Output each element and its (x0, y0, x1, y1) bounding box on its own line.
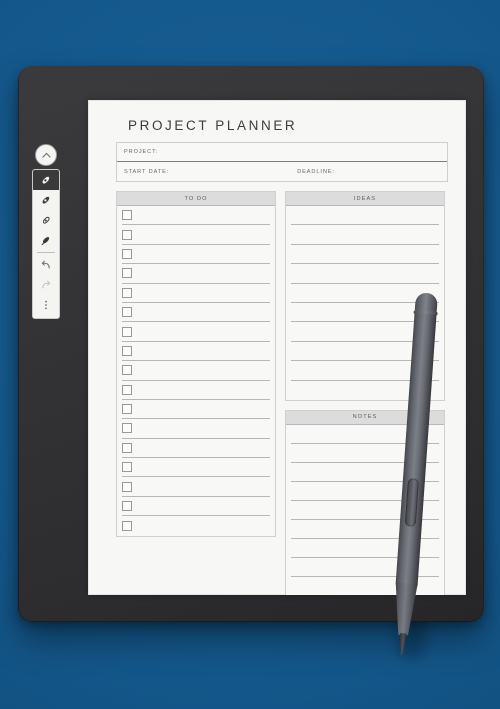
todo-checkbox[interactable] (122, 326, 132, 337)
todo-row[interactable] (122, 245, 270, 265)
redo-button[interactable] (33, 275, 59, 295)
project-meta-box: PROJECT: START DATE: DEADLINE: (116, 142, 448, 182)
todo-heading: TO DO (184, 195, 208, 202)
deadline-label: DEADLINE: (297, 168, 335, 175)
todo-row[interactable] (122, 303, 270, 323)
toolbar-collapse-button[interactable] (35, 144, 57, 166)
todo-row[interactable] (122, 400, 270, 420)
pencil-tool-button[interactable] (33, 210, 59, 230)
ideas-line[interactable] (291, 245, 439, 265)
todo-checkbox[interactable] (122, 442, 132, 453)
pen-icon (42, 176, 50, 184)
notes-heading: NOTES (352, 414, 378, 421)
todo-row[interactable] (122, 419, 270, 439)
todo-row[interactable] (122, 439, 270, 459)
todo-checkbox[interactable] (122, 287, 132, 298)
page-title: PROJECT PLANNER (128, 118, 298, 133)
toolbar-divider (37, 252, 55, 253)
todo-checkbox[interactable] (122, 404, 132, 415)
marker-icon (42, 196, 50, 204)
todo-checkbox[interactable] (122, 345, 132, 356)
todo-list[interactable] (117, 206, 275, 536)
todo-row[interactable] (122, 342, 270, 362)
todo-checkbox[interactable] (122, 210, 132, 221)
todo-row[interactable] (122, 284, 270, 303)
stylus-taper (392, 583, 418, 636)
todo-checkbox[interactable] (122, 462, 132, 473)
marker-tool-button[interactable] (33, 190, 59, 210)
todo-checkbox[interactable] (122, 365, 132, 376)
todo-checkbox[interactable] (122, 268, 132, 279)
todo-row[interactable] (122, 516, 270, 535)
todo-checkbox[interactable] (122, 229, 132, 240)
todo-checkbox[interactable] (122, 423, 132, 434)
todo-checkbox[interactable] (122, 481, 132, 492)
more-vertical-icon (45, 300, 47, 310)
ideas-header: IDEAS (286, 192, 444, 206)
todo-panel: TO DO (116, 191, 276, 537)
todo-row[interactable] (122, 206, 270, 226)
project-field-row[interactable]: PROJECT: (117, 143, 447, 162)
brush-icon (41, 236, 50, 246)
todo-checkbox[interactable] (122, 248, 132, 259)
todo-row[interactable] (122, 458, 270, 478)
undo-icon (41, 260, 50, 269)
ideas-line[interactable] (291, 225, 439, 245)
todo-checkbox[interactable] (122, 520, 132, 531)
brush-tool-button[interactable] (33, 230, 59, 250)
ideas-heading: IDEAS (353, 195, 377, 202)
todo-checkbox[interactable] (122, 384, 132, 395)
undo-button[interactable] (33, 255, 59, 275)
left-column: TO DO (116, 191, 276, 595)
project-label: PROJECT: (124, 149, 159, 155)
todo-row[interactable] (122, 322, 270, 342)
todo-row[interactable] (122, 264, 270, 284)
todo-header: TO DO (117, 192, 275, 206)
start-date-label: START DATE: (124, 168, 170, 175)
todo-checkbox[interactable] (122, 501, 132, 512)
todo-row[interactable] (122, 497, 270, 517)
todo-row[interactable] (122, 361, 270, 381)
dates-field-row[interactable]: START DATE: DEADLINE: (117, 162, 447, 181)
more-options-button[interactable] (33, 295, 59, 315)
todo-row[interactable] (122, 225, 270, 245)
todo-row[interactable] (122, 381, 270, 400)
todo-checkbox[interactable] (122, 307, 132, 318)
drawing-toolbar (32, 144, 60, 319)
toolbar-panel (32, 169, 60, 319)
pencil-icon (42, 216, 50, 224)
chevron-up-icon (41, 152, 51, 158)
todo-row[interactable] (122, 477, 270, 497)
ideas-line[interactable] (291, 206, 439, 226)
ideas-line[interactable] (291, 264, 439, 284)
redo-icon (42, 280, 51, 289)
pen-tool-button[interactable] (33, 170, 59, 190)
stylus-tip (398, 633, 407, 655)
